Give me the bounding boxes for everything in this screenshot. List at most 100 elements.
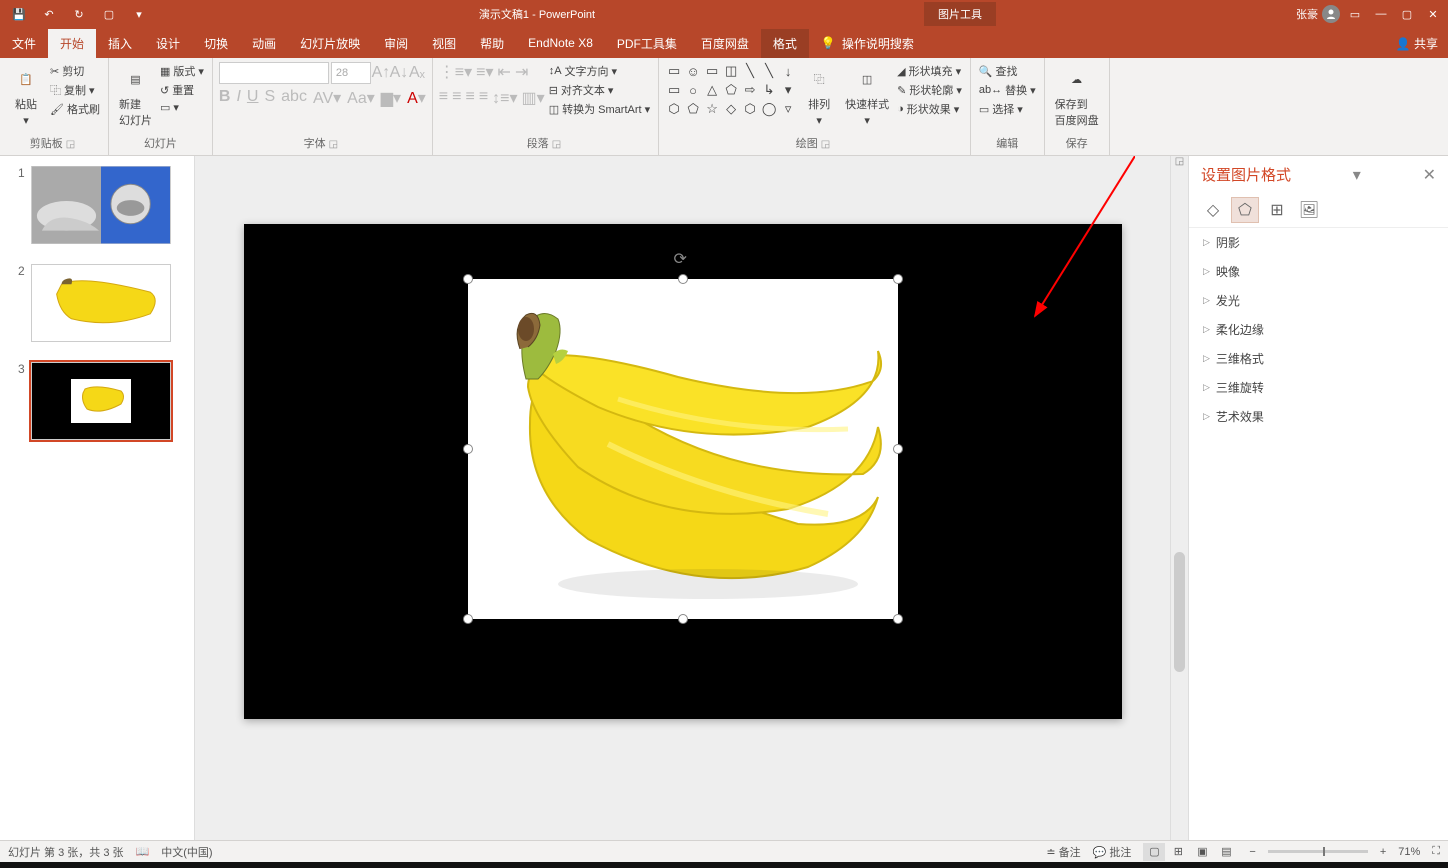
section-soft-edges[interactable]: ▷柔化边缘 xyxy=(1189,315,1448,344)
find-button[interactable]: 🔍查找 xyxy=(977,62,1038,80)
shape-fill-button[interactable]: ◢形状填充 ▾ xyxy=(895,62,964,80)
section-reflection[interactable]: ▷映像 xyxy=(1189,257,1448,286)
vertical-scrollbar[interactable]: ◲ xyxy=(1170,156,1188,840)
clear-format-icon[interactable]: Aₓ xyxy=(409,65,425,81)
undo-icon[interactable]: ↶ xyxy=(38,3,60,25)
maximize-icon[interactable]: ▢ xyxy=(1396,3,1418,25)
underline-icon[interactable]: U xyxy=(247,88,259,108)
resize-handle-tl[interactable] xyxy=(463,274,473,284)
pane-close-icon[interactable]: ✕ xyxy=(1423,165,1436,185)
section-3d-rotation[interactable]: ▷三维旋转 xyxy=(1189,373,1448,402)
fit-to-window-icon[interactable]: ⛶ xyxy=(1432,845,1440,858)
slide-thumb-1[interactable]: 1 xyxy=(0,156,194,254)
shape-outline-button[interactable]: ✎形状轮廓 ▾ xyxy=(895,81,964,99)
qat-dropdown-icon[interactable]: ▾ xyxy=(128,3,150,25)
section-shadow[interactable]: ▷阴影 xyxy=(1189,228,1448,257)
format-painter-button[interactable]: 🖌格式刷 xyxy=(48,100,102,118)
notes-button[interactable]: ≐ 备注 xyxy=(1046,844,1080,860)
zoom-in-icon[interactable]: + xyxy=(1380,846,1386,858)
resize-handle-tm[interactable] xyxy=(678,274,688,284)
share-button[interactable]: 👤 共享 xyxy=(1386,29,1448,58)
tab-insert[interactable]: 插入 xyxy=(96,29,144,58)
font-family-combo[interactable] xyxy=(219,62,329,84)
grow-font-icon[interactable]: A↑ xyxy=(373,65,389,81)
layout-button[interactable]: ▦版式 ▾ xyxy=(158,62,206,80)
tab-file[interactable]: 文件 xyxy=(0,29,48,58)
format-tab-size-icon[interactable]: ⊞ xyxy=(1263,197,1291,223)
shadow-icon[interactable]: abc xyxy=(281,88,307,108)
redo-icon[interactable]: ↻ xyxy=(68,3,90,25)
shape-effects-button[interactable]: ◑形状效果 ▾ xyxy=(895,100,964,118)
slide-thumb-2[interactable]: 2 xyxy=(0,254,194,352)
font-color-icon[interactable]: A▾ xyxy=(407,88,426,108)
select-button[interactable]: ▭选择 ▾ xyxy=(977,100,1038,118)
selected-picture[interactable]: ⟳ xyxy=(468,279,898,619)
section-3d-format[interactable]: ▷三维格式 xyxy=(1189,344,1448,373)
tab-format[interactable]: 格式 xyxy=(761,29,809,58)
zoom-slider[interactable] xyxy=(1268,850,1368,853)
numbering-icon[interactable]: ≡▾ xyxy=(476,62,493,82)
comments-button[interactable]: 💬 批注 xyxy=(1093,844,1132,860)
indent-left-icon[interactable]: ⇤ xyxy=(498,62,511,82)
slide-canvas[interactable]: ⟳ xyxy=(195,156,1170,840)
quick-styles-button[interactable]: ◫ 快速样式▾ xyxy=(841,62,893,129)
tab-home[interactable]: 开始 xyxy=(48,29,96,58)
spell-check-icon[interactable]: 📖 xyxy=(136,845,150,858)
tab-transition[interactable]: 切换 xyxy=(192,29,240,58)
zoom-level[interactable]: 71% xyxy=(1398,846,1420,858)
save-icon[interactable]: 💾 xyxy=(8,3,30,25)
tab-design[interactable]: 设计 xyxy=(144,29,192,58)
view-normal-icon[interactable]: ▢ xyxy=(1143,843,1165,861)
drawing-launcher-icon[interactable]: ◲ xyxy=(821,139,833,150)
bold-icon[interactable]: B xyxy=(219,88,231,108)
paragraph-launcher-icon[interactable]: ◲ xyxy=(552,139,564,150)
font-size-combo[interactable]: 28 xyxy=(331,62,371,84)
arrange-button[interactable]: ⿻ 排列▾ xyxy=(799,62,839,129)
cut-button[interactable]: ✂剪切 xyxy=(48,62,102,80)
section-artistic[interactable]: ▷艺术效果 xyxy=(1189,402,1448,431)
pane-options-icon[interactable]: ▾ xyxy=(1353,165,1361,185)
bullets-icon[interactable]: ⋮≡▾ xyxy=(439,62,472,82)
align-center-icon[interactable]: ≡ xyxy=(452,88,461,108)
strike-icon[interactable]: S xyxy=(264,88,275,108)
save-to-baidu-button[interactable]: ☁ 保存到 百度网盘 xyxy=(1051,62,1103,130)
resize-handle-tr[interactable] xyxy=(893,274,903,284)
resize-handle-br[interactable] xyxy=(893,614,903,624)
view-reading-icon[interactable]: ▣ xyxy=(1191,843,1213,861)
avatar-icon[interactable] xyxy=(1322,5,1340,23)
close-icon[interactable]: ✕ xyxy=(1422,3,1444,25)
view-sorter-icon[interactable]: ⊞ xyxy=(1167,843,1189,861)
highlight-icon[interactable]: ▆▾ xyxy=(381,88,401,108)
replace-button[interactable]: ab↔替换 ▾ xyxy=(977,81,1038,99)
overflow-icon[interactable]: ◲ xyxy=(1171,156,1188,172)
smartart-button[interactable]: ◫转换为 SmartArt ▾ xyxy=(547,100,652,118)
rotate-handle-icon[interactable]: ⟳ xyxy=(674,249,692,267)
minimize-icon[interactable]: — xyxy=(1370,3,1392,25)
paste-button[interactable]: 📋 粘贴▾ xyxy=(6,62,46,129)
tab-pdf[interactable]: PDF工具集 xyxy=(605,29,689,58)
resize-handle-bm[interactable] xyxy=(678,614,688,624)
slide-thumb-3[interactable]: 3 xyxy=(0,352,194,450)
align-right-icon[interactable]: ≡ xyxy=(465,88,474,108)
line-spacing-icon[interactable]: ↕≡▾ xyxy=(492,88,517,108)
format-tab-fill-icon[interactable]: ◇ xyxy=(1199,197,1227,223)
resize-handle-bl[interactable] xyxy=(463,614,473,624)
tab-slideshow[interactable]: 幻灯片放映 xyxy=(288,29,372,58)
tab-animation[interactable]: 动画 xyxy=(240,29,288,58)
scrollbar-thumb[interactable] xyxy=(1174,552,1185,672)
resize-handle-ml[interactable] xyxy=(463,444,473,454)
shapes-gallery[interactable]: ▭☺▭◫╲╲↓ ▭○△⬠⇨↳▾ ⬡⬠☆◇⬡◯▿ xyxy=(665,62,797,118)
italic-icon[interactable]: I xyxy=(236,88,240,108)
start-slideshow-icon[interactable]: ▢ xyxy=(98,3,120,25)
shrink-font-icon[interactable]: A↓ xyxy=(391,65,407,81)
language-indicator[interactable]: 中文(中国) xyxy=(161,844,212,860)
indent-right-icon[interactable]: ⇥ xyxy=(515,62,528,82)
section-glow[interactable]: ▷发光 xyxy=(1189,286,1448,315)
columns-icon[interactable]: ▥▾ xyxy=(522,88,545,108)
align-text-button[interactable]: ⊟对齐文本 ▾ xyxy=(547,81,652,99)
new-slide-button[interactable]: ▤ 新建 幻灯片 xyxy=(115,62,156,130)
text-direction-button[interactable]: ↕A文字方向 ▾ xyxy=(547,62,652,80)
tab-baidu[interactable]: 百度网盘 xyxy=(689,29,761,58)
justify-icon[interactable]: ≡ xyxy=(479,88,488,108)
tab-endnote[interactable]: EndNote X8 xyxy=(516,30,605,56)
